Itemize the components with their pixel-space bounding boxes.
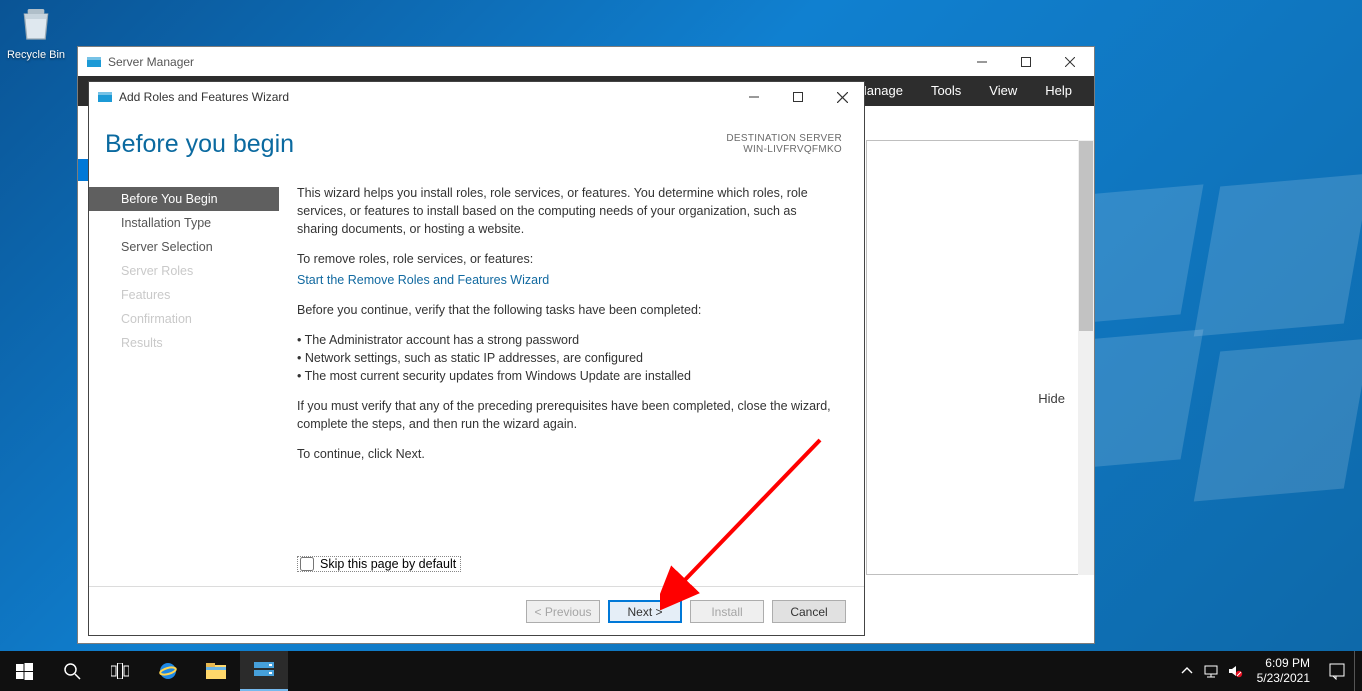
taskbar-server-manager-icon[interactable] bbox=[240, 651, 288, 691]
prereq-item: The Administrator account has a strong p… bbox=[297, 331, 840, 349]
taskbar-date: 5/23/2021 bbox=[1257, 671, 1310, 686]
tray-network-icon[interactable] bbox=[1199, 664, 1223, 678]
step-installation-type[interactable]: Installation Type bbox=[89, 211, 279, 235]
taskbar-time: 6:09 PM bbox=[1257, 656, 1310, 671]
wizard-prereq-list: The Administrator account has a strong p… bbox=[297, 331, 840, 385]
task-view-button[interactable] bbox=[96, 651, 144, 691]
wizard-remove-label: To remove roles, role services, or featu… bbox=[297, 250, 840, 268]
wizard-destination: DESTINATION SERVER WIN-LIVFRVQFMKO bbox=[726, 133, 842, 155]
desktop-icon-label: Recycle Bin bbox=[6, 49, 66, 61]
taskbar-clock[interactable]: 6:09 PM 5/23/2021 bbox=[1247, 656, 1320, 686]
server-manager-title: Server Manager bbox=[108, 55, 960, 69]
maximize-button[interactable] bbox=[1004, 47, 1048, 76]
wizard-heading: Before you begin bbox=[105, 130, 726, 159]
taskbar: 6:09 PM 5/23/2021 bbox=[0, 651, 1362, 691]
sm-hide-link[interactable]: Hide bbox=[1038, 391, 1065, 406]
next-button[interactable]: Next > bbox=[608, 600, 682, 623]
wizard-intro-text: This wizard helps you install roles, rol… bbox=[297, 184, 840, 238]
desktop-background-windows-logo bbox=[1062, 190, 1362, 490]
wizard-minimize-button[interactable] bbox=[732, 82, 776, 112]
tray-notifications-icon[interactable] bbox=[1320, 662, 1354, 680]
destination-label: DESTINATION SERVER bbox=[726, 133, 842, 144]
prereq-item: The most current security updates from W… bbox=[297, 367, 840, 385]
wizard-steps-nav: Before You Begin Installation Type Serve… bbox=[89, 176, 279, 576]
previous-button: < Previous bbox=[526, 600, 600, 623]
tray-chevron-icon[interactable] bbox=[1175, 665, 1199, 677]
wizard-verify-intro: Before you continue, verify that the fol… bbox=[297, 301, 840, 319]
wizard-maximize-button[interactable] bbox=[776, 82, 820, 112]
menu-tools[interactable]: Tools bbox=[917, 76, 975, 106]
wizard-content: This wizard helps you install roles, rol… bbox=[279, 176, 864, 576]
cancel-button[interactable]: Cancel bbox=[772, 600, 846, 623]
destination-value: WIN-LIVFRVQFMKO bbox=[726, 144, 842, 155]
wizard-title: Add Roles and Features Wizard bbox=[119, 90, 732, 104]
remove-roles-link[interactable]: Start the Remove Roles and Features Wiza… bbox=[297, 273, 549, 287]
install-button: Install bbox=[690, 600, 764, 623]
skip-page-checkbox-row[interactable]: Skip this page by default bbox=[297, 556, 461, 572]
taskbar-ie-icon[interactable] bbox=[144, 651, 192, 691]
server-manager-titlebar[interactable]: Server Manager bbox=[78, 47, 1094, 76]
wizard-continue-text: To continue, click Next. bbox=[297, 445, 840, 463]
tray-volume-icon[interactable] bbox=[1223, 664, 1247, 678]
search-button[interactable] bbox=[48, 651, 96, 691]
show-desktop-button[interactable] bbox=[1354, 651, 1360, 691]
menu-help[interactable]: Help bbox=[1031, 76, 1086, 106]
prereq-item: Network settings, such as static IP addr… bbox=[297, 349, 840, 367]
step-server-roles: Server Roles bbox=[89, 259, 279, 283]
step-before-you-begin[interactable]: Before You Begin bbox=[89, 187, 279, 211]
step-results: Results bbox=[89, 331, 279, 355]
step-server-selection[interactable]: Server Selection bbox=[89, 235, 279, 259]
sm-dashboard-panel: Hide bbox=[866, 140, 1080, 575]
taskbar-explorer-icon[interactable] bbox=[192, 651, 240, 691]
step-confirmation: Confirmation bbox=[89, 307, 279, 331]
wizard-close-button[interactable] bbox=[820, 82, 864, 112]
wizard-titlebar[interactable]: Add Roles and Features Wizard bbox=[89, 82, 864, 112]
skip-page-checkbox[interactable] bbox=[300, 557, 314, 571]
add-roles-wizard-window: Add Roles and Features Wizard Before you… bbox=[88, 81, 865, 636]
recycle-bin-icon bbox=[16, 4, 56, 44]
skip-page-label: Skip this page by default bbox=[320, 557, 456, 571]
step-features: Features bbox=[89, 283, 279, 307]
start-button[interactable] bbox=[0, 651, 48, 691]
sm-scrollbar[interactable] bbox=[1078, 140, 1094, 575]
desktop-icon-recycle-bin[interactable]: Recycle Bin bbox=[6, 4, 66, 61]
wizard-divider bbox=[89, 586, 864, 587]
close-button[interactable] bbox=[1048, 47, 1092, 76]
minimize-button[interactable] bbox=[960, 47, 1004, 76]
menu-view[interactable]: View bbox=[975, 76, 1031, 106]
wizard-icon bbox=[97, 89, 113, 105]
wizard-button-row: < Previous Next > Install Cancel bbox=[526, 600, 846, 623]
server-manager-icon bbox=[86, 54, 102, 70]
wizard-verify-close: If you must verify that any of the prece… bbox=[297, 397, 840, 433]
